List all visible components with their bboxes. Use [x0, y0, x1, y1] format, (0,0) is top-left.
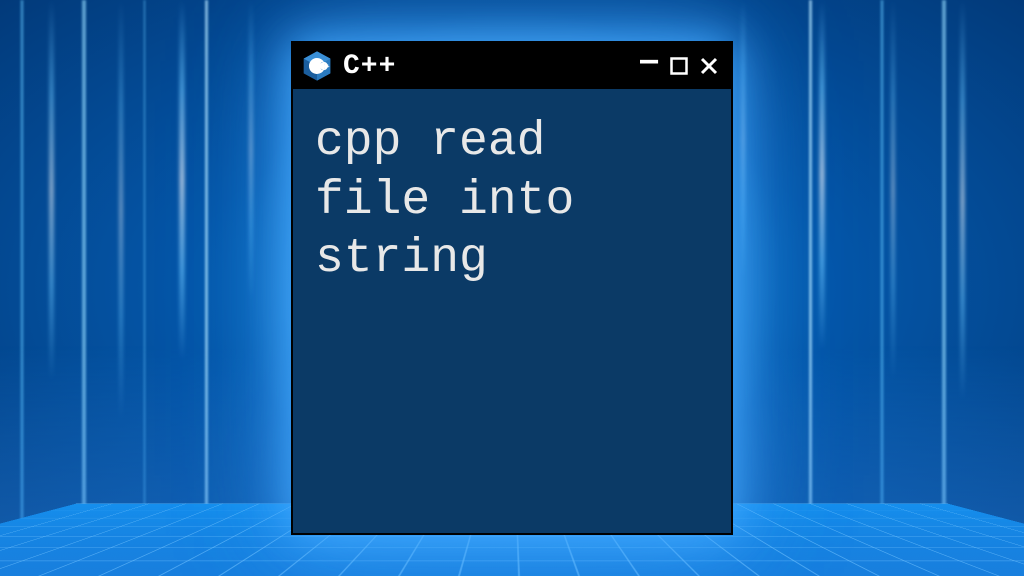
- svg-text:+: +: [323, 64, 326, 70]
- window-controls: –: [637, 54, 721, 78]
- window-title: C++: [343, 51, 627, 82]
- light-streak: [180, 0, 184, 360]
- cpp-logo-icon: + +: [301, 50, 333, 82]
- close-button[interactable]: [697, 54, 721, 78]
- titlebar[interactable]: + + C++ –: [293, 43, 731, 89]
- svg-text:+: +: [326, 64, 329, 70]
- maximize-button[interactable]: [667, 54, 691, 78]
- terminal-window: + + C++ – cpp read file into string: [291, 41, 733, 535]
- light-streak: [892, 0, 894, 380]
- body-text: cpp read file into string: [315, 113, 709, 289]
- light-streak: [120, 0, 122, 420]
- minimize-button[interactable]: –: [637, 49, 661, 73]
- window-body: cpp read file into string: [293, 89, 731, 533]
- light-streak: [961, 0, 964, 400]
- light-streak: [820, 0, 824, 350]
- light-streak: [742, 0, 744, 280]
- light-streak: [50, 0, 53, 380]
- light-streak: [250, 0, 252, 300]
